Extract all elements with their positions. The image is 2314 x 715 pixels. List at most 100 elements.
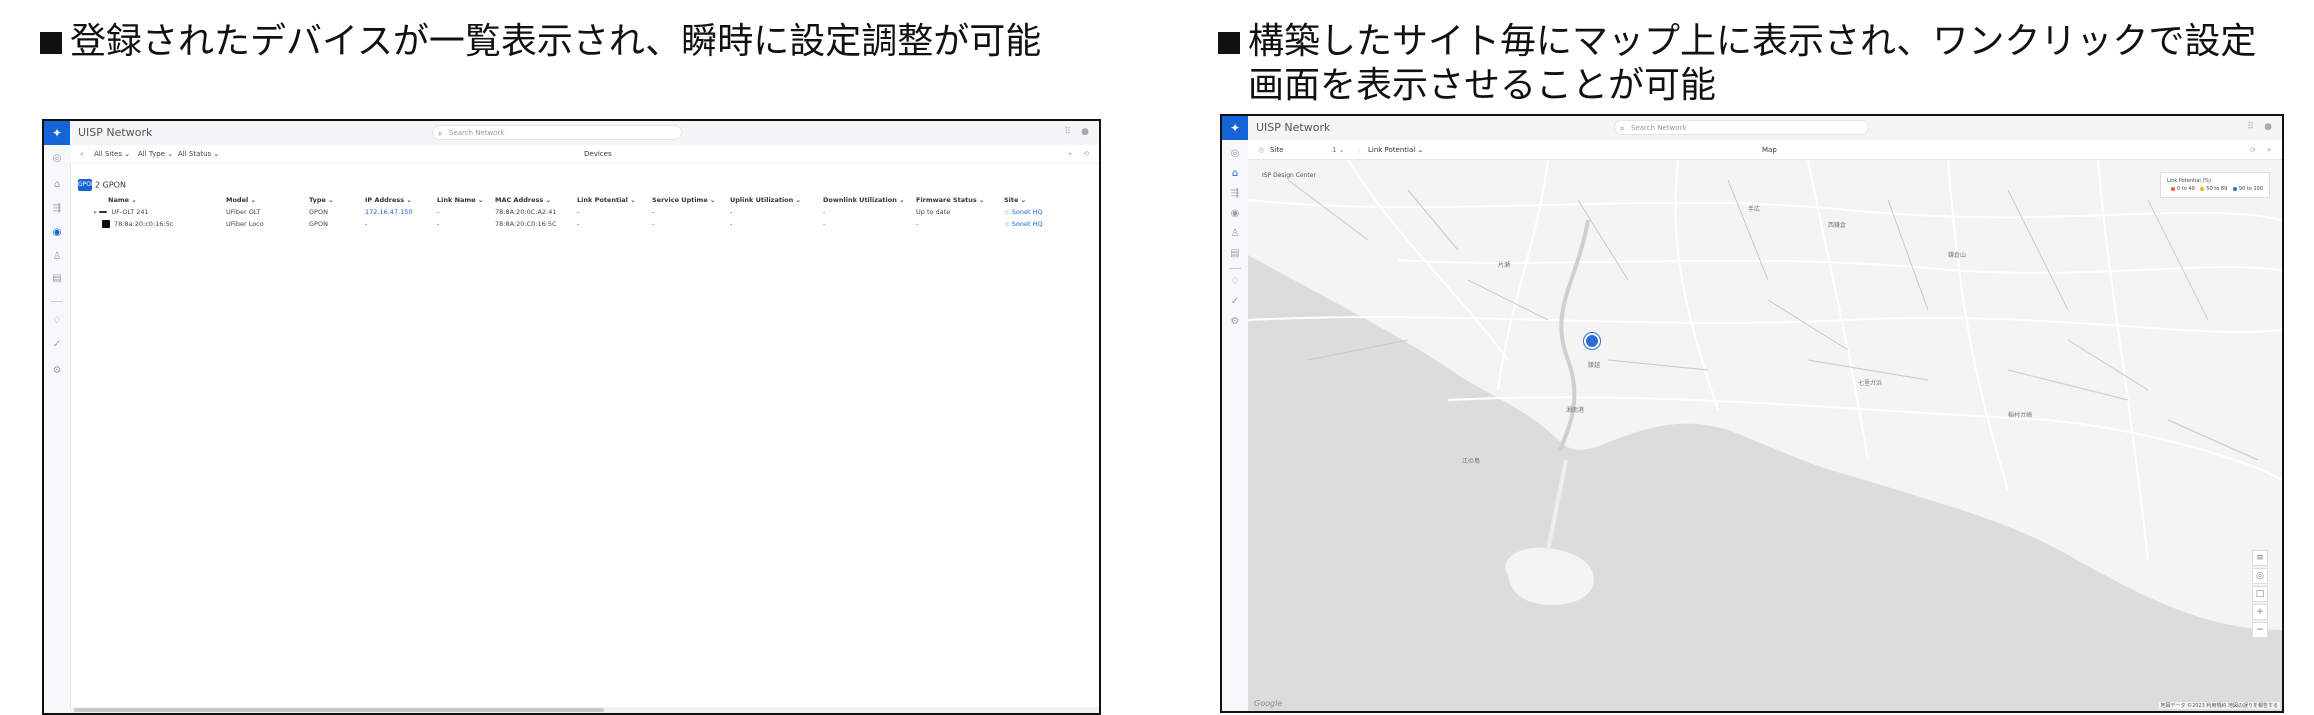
caption-left-text: 登録されたデバイスが一覧表示され、瞬時に設定調整が可能 (70, 21, 1042, 62)
site-selector[interactable]: Site (1270, 146, 1283, 154)
place-label: 西鎌倉 (1828, 222, 1847, 229)
add-icon[interactable]: + (2266, 146, 2272, 154)
map-screenshot: ✦ UISP Network ⌕ Search Network ⠿ ● ◎ ⌂ ⇶… (1220, 114, 2284, 713)
col-mac[interactable]: MAC Address ⌄ (495, 194, 577, 206)
horizontal-scrollbar[interactable] (70, 707, 1099, 713)
col-model[interactable]: Model ⌄ (226, 194, 309, 206)
square-bullet-icon (40, 32, 62, 54)
sites-icon[interactable]: ⌂ (1229, 168, 1241, 180)
site-count[interactable]: 1 ⌄ (1332, 146, 1345, 154)
fullscreen-icon[interactable]: □ (2252, 586, 2268, 602)
place-label: 鎌倉山 (1948, 252, 1967, 259)
table-header-row: Name ⌄ Model ⌄ Type ⌄ IP Address ⌄ Link … (82, 194, 1064, 206)
page-title: Map (1762, 146, 1777, 154)
page-title: Devices (584, 150, 612, 158)
filter-status[interactable]: All Status ⌄ (178, 150, 219, 158)
col-downlink[interactable]: Downlink Utilization ⌄ (823, 194, 916, 206)
apps-icon[interactable]: ⠿ (2247, 122, 2254, 132)
col-ip[interactable]: IP Address ⌄ (365, 194, 437, 206)
square-bullet-icon (1218, 32, 1240, 54)
scrollbar-thumb[interactable] (74, 708, 604, 712)
zoom-in-button[interactable]: + (2252, 604, 2268, 620)
causeway (1546, 459, 1568, 551)
users-icon[interactable]: ♙ (51, 251, 63, 263)
gpon-group-icon: GPON (78, 179, 95, 191)
filter-search-icon[interactable]: ⌕ (80, 150, 84, 159)
inventory-icon[interactable]: ▤ (51, 273, 63, 285)
caption-left: 登録されたデバイスが一覧表示され、瞬時に設定調整が可能 (40, 20, 1041, 64)
col-service-uptime[interactable]: Service Uptime ⌄ (652, 194, 730, 206)
search-input[interactable]: ⌕ Search Network (432, 125, 682, 140)
settings-icon[interactable]: ⚙ (51, 365, 63, 377)
table-row[interactable]: ▸ UF-OLT 241 UFiber OLT GPON 172.16.47.1… (82, 206, 1064, 218)
group-label: 2 GPON (95, 180, 126, 190)
settings-icon[interactable]: ⚙ (1229, 316, 1241, 328)
caption-right-line2: 画面を表示させることが可能 (1248, 65, 1717, 106)
locate-icon[interactable]: ◎ (2252, 568, 2268, 584)
site-icon: ◎ (1258, 146, 1265, 154)
site-label[interactable]: ISP Design Center (1262, 172, 1316, 179)
col-uplink[interactable]: Uplink Utilization ⌄ (730, 194, 823, 206)
uisp-logo-icon[interactable]: ✦ (44, 121, 70, 145)
col-type[interactable]: Type ⌄ (309, 194, 365, 206)
devices-icon[interactable]: ⇶ (1229, 188, 1241, 200)
devices-screenshot: ✦ UISP Network ⌕ Search Network ⠿ ● ◎ ⌂ ⇶… (42, 119, 1101, 715)
map-canvas[interactable]: ISP Design Center 腰越 江の島 七里ガ浜 稲村ガ崎 鎌倉山 西… (1248, 160, 2282, 711)
dashboard-icon[interactable]: ◎ (1229, 148, 1241, 160)
place-label: 江の島 (1462, 458, 1481, 465)
site-marker[interactable] (1584, 333, 1600, 349)
legend-blue-dot (2232, 186, 2237, 191)
legend-yellow-dot (2200, 186, 2205, 191)
search-icon: ⌕ (1620, 124, 1625, 133)
app-title: UISP Network (1256, 121, 1331, 134)
link-potential-legend: Link Potential (%) 0 to 49 50 to 89 90 t… (2160, 172, 2270, 198)
uisp-logo-icon[interactable]: ✦ (1222, 116, 1248, 140)
col-link-potential[interactable]: Link Potential ⌄ (577, 194, 652, 206)
group-header[interactable]: GPON2 GPON (78, 179, 126, 191)
user-avatar-icon[interactable]: ● (1081, 127, 1089, 137)
col-name[interactable]: Name ⌄ (82, 194, 226, 206)
filter-sites[interactable]: All Sites ⌄ (94, 150, 130, 158)
col-link-name[interactable]: Link Name ⌄ (437, 194, 495, 206)
nav-divider (1229, 268, 1241, 269)
notifications-icon[interactable]: ♢ (1229, 276, 1241, 288)
map-tiles[interactable] (1248, 160, 2282, 709)
users-icon[interactable]: ♙ (1229, 228, 1241, 240)
devices-icon[interactable]: ⇶ (51, 203, 63, 215)
google-logo: Google (1254, 699, 1283, 708)
side-nav: ◎ ⌂ ⇶ ◉ ♙ ▤ ♢ ✓ ⚙ (44, 145, 71, 713)
filter-type[interactable]: All Type ⌄ (138, 150, 173, 158)
col-site[interactable]: Site ⌄ (1004, 194, 1064, 206)
link-icon[interactable]: ⟲ (1083, 150, 1089, 158)
search-input[interactable]: ⌕ Search Network (1614, 120, 1869, 135)
onu-device-icon (102, 220, 110, 228)
map-toolbar: ◎ Site 1 ⌄ | Link Potential ⌄ Map ⟳ + (1248, 140, 2282, 160)
layers-icon[interactable]: ≡ (2252, 550, 2268, 566)
dashboard-icon[interactable]: ◎ (51, 153, 63, 165)
user-avatar-icon[interactable]: ● (2264, 122, 2272, 132)
inventory-icon[interactable]: ▤ (1229, 248, 1241, 260)
place-label: 稲村ガ崎 (2008, 412, 2033, 419)
zoom-out-button[interactable]: − (2252, 622, 2268, 638)
refresh-icon[interactable]: ⟳ (2250, 146, 2256, 154)
overlay-selector[interactable]: Link Potential ⌄ (1368, 146, 1423, 154)
place-label: 腰越 (1588, 362, 1601, 369)
apps-icon[interactable]: ⠿ (1064, 127, 1071, 137)
map-attribution[interactable]: 地図データ ©2023 利用規約 地図の誤りを報告する (2158, 702, 2280, 709)
col-firmware[interactable]: Firmware Status ⌄ (916, 194, 1004, 206)
add-icon[interactable]: + (1067, 150, 1073, 158)
map-icon[interactable]: ◉ (1229, 208, 1241, 220)
place-label: 湘南港 (1566, 407, 1585, 414)
filter-bar: ⌕ All Sites ⌄ All Type ⌄ All Status ⌄ De… (70, 145, 1099, 164)
search-icon: ⌕ (438, 129, 443, 138)
tasks-icon[interactable]: ✓ (51, 339, 63, 351)
legend-red-dot (2171, 186, 2176, 191)
tasks-icon[interactable]: ✓ (1229, 296, 1241, 308)
place-label: 片瀬 (1498, 262, 1511, 269)
toolbar-divider: | (1358, 146, 1361, 154)
table-row[interactable]: 78:8a:20:c0:16:5c UFiber Loco GPON - - 7… (82, 218, 1064, 230)
sites-icon[interactable]: ⌂ (51, 179, 63, 191)
notifications-icon[interactable]: ♢ (51, 315, 63, 327)
map-icon[interactable]: ◉ (51, 227, 63, 239)
nav-divider (51, 301, 63, 302)
